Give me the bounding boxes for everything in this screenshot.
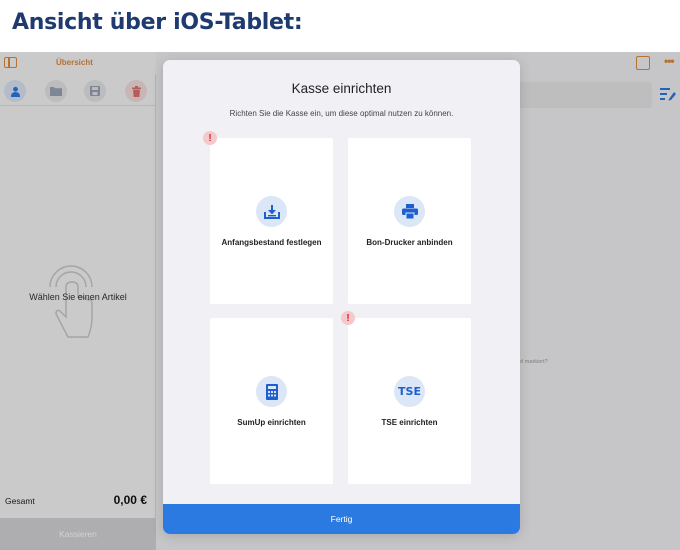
card-icon-circle — [256, 196, 287, 227]
card-label: Anfangsbestand festlegen — [221, 238, 322, 247]
card-opening-balance[interactable]: Anfangsbestand festlegen — [210, 138, 333, 304]
page-heading: Ansicht über iOS-Tablet: — [12, 10, 303, 35]
card-terminal-icon — [265, 383, 278, 400]
alert-icon: ! — [203, 131, 217, 145]
card-tse[interactable]: TSE TSE einrichten — [348, 318, 471, 484]
alert-icon: ! — [341, 311, 355, 325]
download-tray-icon — [263, 204, 280, 219]
card-icon-circle — [394, 196, 425, 227]
card-label: TSE einrichten — [381, 418, 438, 427]
setup-dialog: Kasse einrichten Richten Sie die Kasse e… — [163, 60, 520, 534]
tablet-screen: Übersicht Wählen Sie einen Artikel Gesam… — [0, 52, 680, 550]
dialog-title: Kasse einrichten — [291, 81, 392, 96]
card-label: SumUp einrichten — [237, 418, 306, 427]
done-button[interactable]: Fertig — [163, 504, 520, 534]
tse-icon: TSE — [394, 376, 425, 407]
printer-icon — [401, 204, 418, 219]
dialog-subtitle: Richten Sie die Kasse ein, um diese opti… — [229, 109, 454, 118]
card-receipt-printer[interactable]: Bon-Drucker anbinden — [348, 138, 471, 304]
card-label: Bon-Drucker anbinden — [366, 238, 453, 247]
card-icon-circle — [256, 376, 287, 407]
tse-icon-text: TSE — [398, 385, 421, 398]
card-sumup[interactable]: SumUp einrichten — [210, 318, 333, 484]
